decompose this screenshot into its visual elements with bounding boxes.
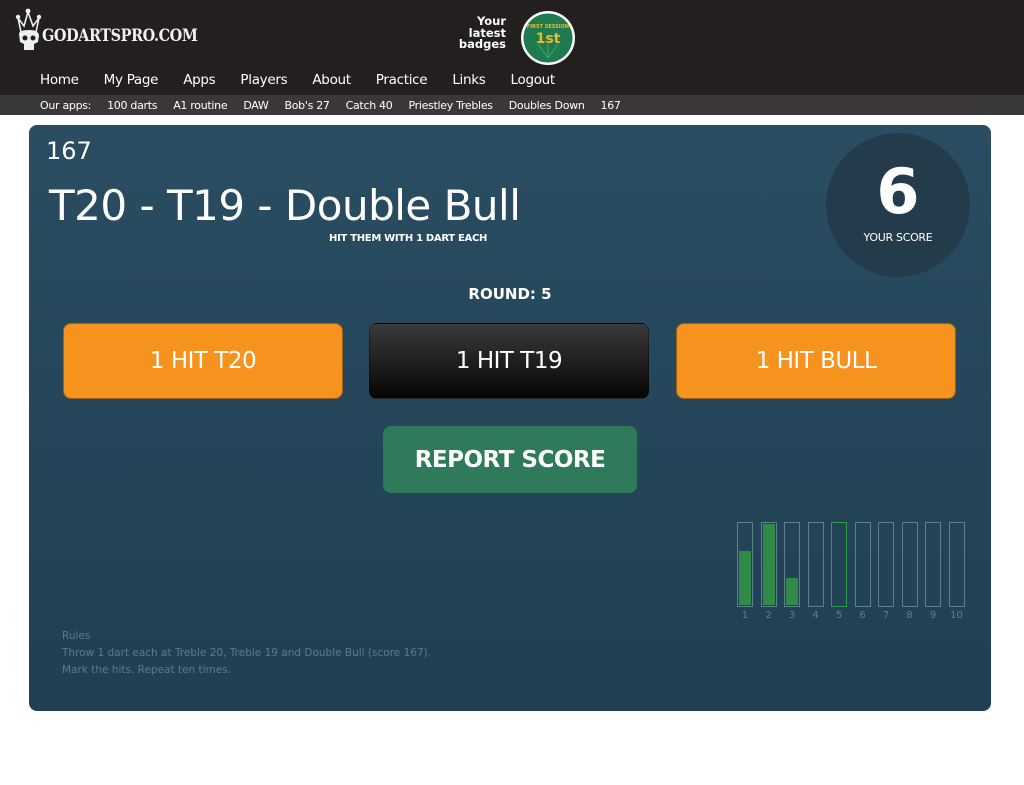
report-score-button[interactable]: REPORT SCORE <box>383 426 637 493</box>
round-label: 2 <box>765 610 772 621</box>
nav-my-page[interactable]: My Page <box>104 72 159 88</box>
round-label: 5 <box>835 610 843 621</box>
hit-t19-button[interactable]: 1 HIT T19 <box>369 323 649 399</box>
score-label: YOUR SCORE <box>863 231 933 244</box>
nav-players[interactable]: Players <box>240 72 287 88</box>
badges-label-line: badges <box>458 37 506 51</box>
game-panel: 167 T20 - T19 - Double Bull HIT THEM WIT… <box>29 125 991 711</box>
hit-bull-button[interactable]: 1 HIT BULL <box>676 323 956 399</box>
rules-section: Rules Throw 1 dart each at Treble 20, Tr… <box>62 628 431 679</box>
round-label: 9 <box>929 610 937 621</box>
nav-apps[interactable]: Apps <box>183 72 216 88</box>
round-label: 3 <box>788 610 796 621</box>
score-value: 6 <box>876 155 920 228</box>
apps-bar-label: Our apps: <box>40 98 92 112</box>
round-bar-4 <box>807 522 824 607</box>
site-header: GODARTSPRO.COM Your latest badges FIRST … <box>0 0 1024 95</box>
app-link-167[interactable]: 167 <box>601 99 621 112</box>
game-number: 167 <box>46 137 92 165</box>
site-name: GODARTSPRO.COM <box>42 26 198 46</box>
round-bar-1 <box>737 522 753 607</box>
round-indicator: ROUND: 5 <box>468 285 552 303</box>
round-label: 8 <box>906 610 913 621</box>
round-label: 4 <box>812 610 819 621</box>
round-bar-3 <box>784 522 800 607</box>
nav-logout[interactable]: Logout <box>511 72 556 88</box>
round-label: 1 <box>741 610 749 621</box>
round-bar-9 <box>925 522 941 607</box>
site-logo[interactable]: GODARTSPRO.COM <box>14 8 225 52</box>
nav-home[interactable]: Home <box>40 72 79 88</box>
nav-links[interactable]: Links <box>452 72 485 88</box>
app-link-100-darts[interactable]: 100 darts <box>107 99 157 112</box>
round-bar-fill <box>739 551 751 605</box>
round-bar-fill <box>762 524 775 605</box>
rules-line: Mark the hits. Repeat ten times. <box>62 664 232 676</box>
app-link-a1-routine[interactable]: A1 routine <box>173 99 227 112</box>
round-bar-7 <box>878 522 894 607</box>
app-link-daw[interactable]: DAW <box>243 99 268 112</box>
round-bar-fill <box>786 578 798 605</box>
rules-heading: Rules <box>62 630 91 642</box>
app-link-catch-40[interactable]: Catch 40 <box>346 99 393 112</box>
app-link-priestley-trebles[interactable]: Priestley Trebles <box>408 99 493 112</box>
app-link-doubles-down[interactable]: Doubles Down <box>509 99 585 112</box>
badge-rank: 1st <box>536 31 561 47</box>
nav-about[interactable]: About <box>312 72 351 88</box>
main-nav: Home My Page Apps Players About Practice… <box>40 72 580 88</box>
badge-top-text: FIRST SESSION <box>527 24 569 30</box>
rounds-history-chart: 1 2 3 4 5 6 7 8 9 10 <box>736 522 976 622</box>
round-bar-2 <box>760 522 777 607</box>
round-bar-8 <box>901 522 918 607</box>
nav-practice[interactable]: Practice <box>376 72 428 88</box>
round-bar-10 <box>948 522 965 607</box>
game-title: T20 - T19 - Double Bull <box>49 181 521 230</box>
round-label: 7 <box>882 610 890 621</box>
first-session-badge-icon[interactable]: FIRST SESSION 1st <box>520 10 576 66</box>
apps-bar: Our apps: 100 darts A1 routine DAW Bob's… <box>0 95 1024 115</box>
score-display: 6 YOUR SCORE <box>826 133 970 277</box>
round-bar-5 <box>831 522 847 607</box>
round-label: 6 <box>859 610 866 621</box>
rules-line: Throw 1 dart each at Treble 20, Treble 1… <box>62 647 432 659</box>
latest-badges-label: Your latest badges <box>458 15 506 51</box>
app-link-bobs-27[interactable]: Bob's 27 <box>285 99 330 112</box>
round-bar-6 <box>854 522 871 607</box>
game-subtitle: HIT THEM WITH 1 DART EACH <box>329 233 488 244</box>
round-label: 10 <box>950 610 963 621</box>
crown-skull-icon <box>15 8 42 50</box>
hit-t20-button[interactable]: 1 HIT T20 <box>63 323 343 399</box>
